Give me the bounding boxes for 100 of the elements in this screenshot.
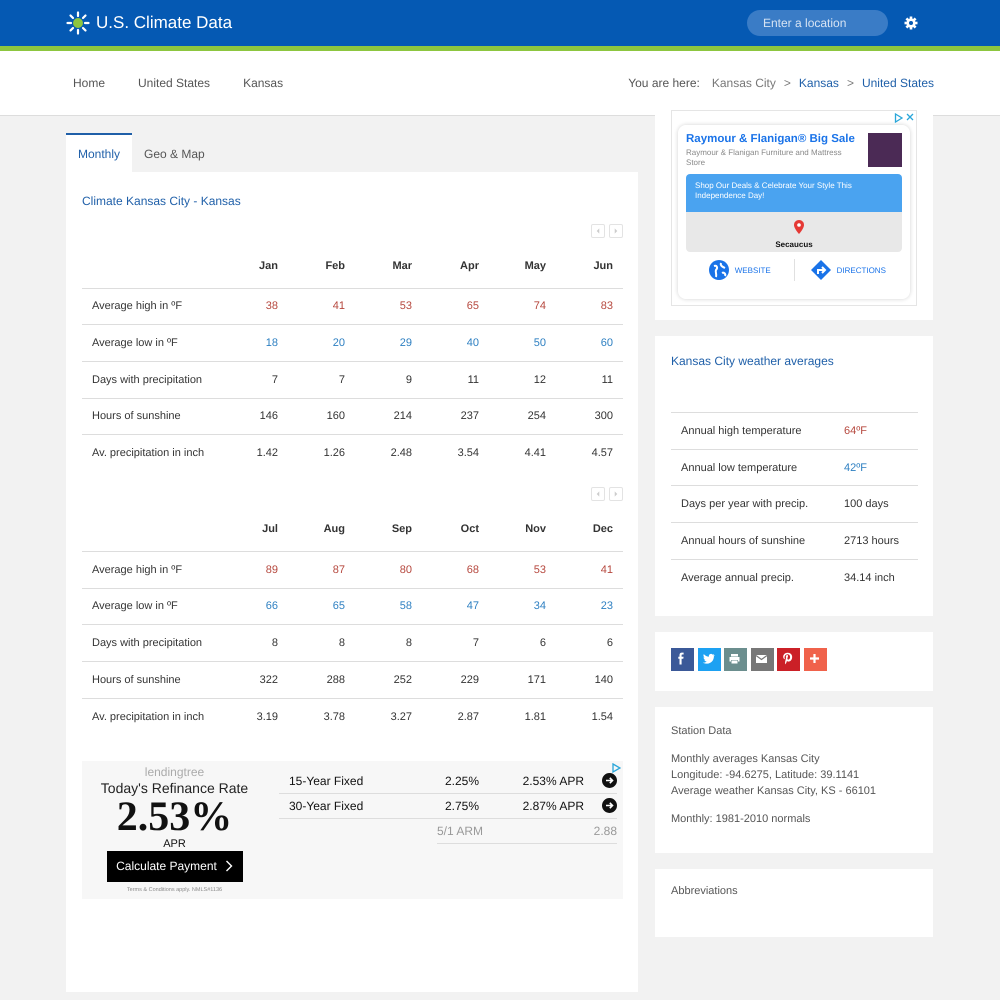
website-button[interactable]: WEBSITE	[686, 259, 794, 281]
station-heading: Station Data	[671, 724, 733, 739]
abbreviations-heading: Abbreviations	[671, 884, 738, 897]
table-cell: 29	[355, 324, 422, 362]
email-icon[interactable]	[750, 648, 774, 671]
ad-title[interactable]: Raymour & Flanigan® Big Sale	[686, 133, 860, 145]
twitter-icon[interactable]	[698, 648, 720, 671]
ad-subtitle: Raymour & Flanigan Furniture and Mattress Store	[686, 148, 843, 168]
arrow-right-icon[interactable]	[602, 773, 617, 788]
row-label: Average high in ºF	[82, 551, 221, 588]
month-header: Apr	[422, 244, 489, 288]
month-header: Aug	[288, 507, 355, 552]
table-cell: 252	[355, 662, 422, 698]
site-title[interactable]: U.S. Climate Data	[96, 13, 232, 33]
directions-button[interactable]: DIRECTIONS	[794, 259, 902, 281]
table-cell: 89	[221, 551, 288, 588]
table-cell: 254	[489, 398, 556, 435]
month-header: Jun	[556, 244, 623, 288]
table-cell: 41	[288, 288, 355, 325]
map-label: Secaucus	[775, 240, 813, 249]
loan-rate: 2.25%	[444, 774, 479, 788]
breadcrumb-link[interactable]: Kansas	[798, 76, 839, 90]
nav-link[interactable]: Home	[66, 76, 112, 90]
row-label: Days with precipitation	[82, 361, 221, 398]
table-cell: 53	[489, 551, 556, 588]
lender-logo: lendingtree	[144, 764, 204, 779]
table-cell: 229	[422, 662, 489, 698]
breadcrumb-link[interactable]: United States	[862, 76, 934, 90]
table-cell: 1.26	[288, 434, 355, 472]
month-header: Sep	[355, 507, 422, 552]
rate-unit: APR	[163, 838, 186, 850]
table-cell: 65	[422, 288, 489, 325]
breadcrumb-link[interactable]: Kansas City	[712, 76, 776, 90]
loan-product[interactable]: 15-Year Fixed	[279, 774, 399, 788]
ad-choices-icon[interactable]	[611, 762, 621, 773]
pinterest-icon[interactable]	[777, 648, 800, 671]
map-pin-icon	[794, 220, 804, 234]
loan-rate: 2.75%	[444, 798, 479, 813]
print-icon[interactable]	[724, 648, 747, 671]
table-cell: 87	[288, 551, 355, 588]
table-cell: 2.48	[355, 434, 422, 472]
tab[interactable]: Monthly	[66, 133, 132, 172]
location-search-field[interactable]: Enter a location	[747, 10, 888, 36]
breadcrumb-label: You are here:	[628, 76, 700, 90]
table-cell: 8	[355, 624, 422, 662]
table-cell: 74	[489, 288, 556, 325]
facebook-icon[interactable]	[671, 648, 694, 671]
table-cell: 1.42	[221, 434, 288, 472]
sun-logo-icon	[66, 11, 90, 35]
averages-heading: Kansas City weather averages	[671, 354, 834, 368]
nav-link[interactable]: United States	[131, 76, 218, 90]
table-cell: 18	[221, 324, 288, 362]
row-label: Average low in ºF	[82, 324, 221, 362]
ad-heading: Today's Refinance Rate	[100, 780, 248, 796]
table-cell: 3.19	[221, 698, 288, 735]
table-cell: 64ºF	[834, 412, 918, 450]
table-cell: 11	[556, 361, 623, 398]
table-cell: 4.57	[556, 434, 623, 472]
table-cell: 34	[489, 588, 556, 625]
month-header: Nov	[489, 507, 556, 552]
table-cell: 1.81	[489, 698, 556, 735]
loan-product[interactable]: 30-Year Fixed	[279, 798, 399, 813]
table-cell: 100 days	[834, 486, 918, 523]
tab[interactable]: Geo & Map	[132, 133, 217, 172]
table-cell: 1.54	[556, 698, 623, 735]
station-note: Monthly: 1981-2010 normals	[671, 812, 812, 827]
table-cell: 146	[221, 398, 288, 435]
directions-icon	[810, 260, 831, 280]
month-header: Feb	[288, 244, 355, 288]
table-cell: 66	[221, 588, 288, 625]
table-cell: 11	[422, 361, 489, 398]
station-info-line: Monthly averages Kansas City	[671, 752, 821, 767]
table-cell: 322	[221, 662, 288, 698]
month-header: Jan	[221, 244, 288, 288]
settings-icon[interactable]	[904, 16, 918, 30]
table-cell: 3.54	[422, 434, 489, 472]
table-cell: 4.41	[489, 434, 556, 472]
close-icon[interactable]	[906, 113, 914, 121]
table-cell: 8	[221, 624, 288, 662]
table-cell: 38	[221, 288, 288, 325]
calculate-payment-button[interactable]: Calculate Payment	[106, 850, 242, 882]
table-cell: 9	[355, 361, 422, 398]
table-cell: 6	[556, 624, 623, 662]
table-cell: 42ºF	[834, 449, 918, 486]
table-cell: 2713 hours	[834, 522, 918, 560]
store-logo-placeholder	[868, 133, 902, 167]
row-label: Days per year with precip.	[671, 486, 834, 523]
arrow-right-icon[interactable]	[602, 798, 617, 814]
ad-choices-icon[interactable]	[894, 113, 903, 123]
table-cell: 58	[355, 588, 422, 625]
breadcrumb-separator: >	[784, 76, 791, 90]
table-cell: 47	[422, 588, 489, 625]
nav-link[interactable]: Kansas	[236, 76, 290, 90]
table-cell: 3.27	[355, 698, 422, 735]
table-cell: 6	[489, 624, 556, 662]
chevron-right-icon	[224, 860, 233, 872]
month-header: Oct	[422, 507, 489, 552]
table-cell: 300	[556, 398, 623, 435]
more-share-icon[interactable]	[804, 648, 826, 671]
rate-value: 2.53%	[116, 796, 232, 838]
